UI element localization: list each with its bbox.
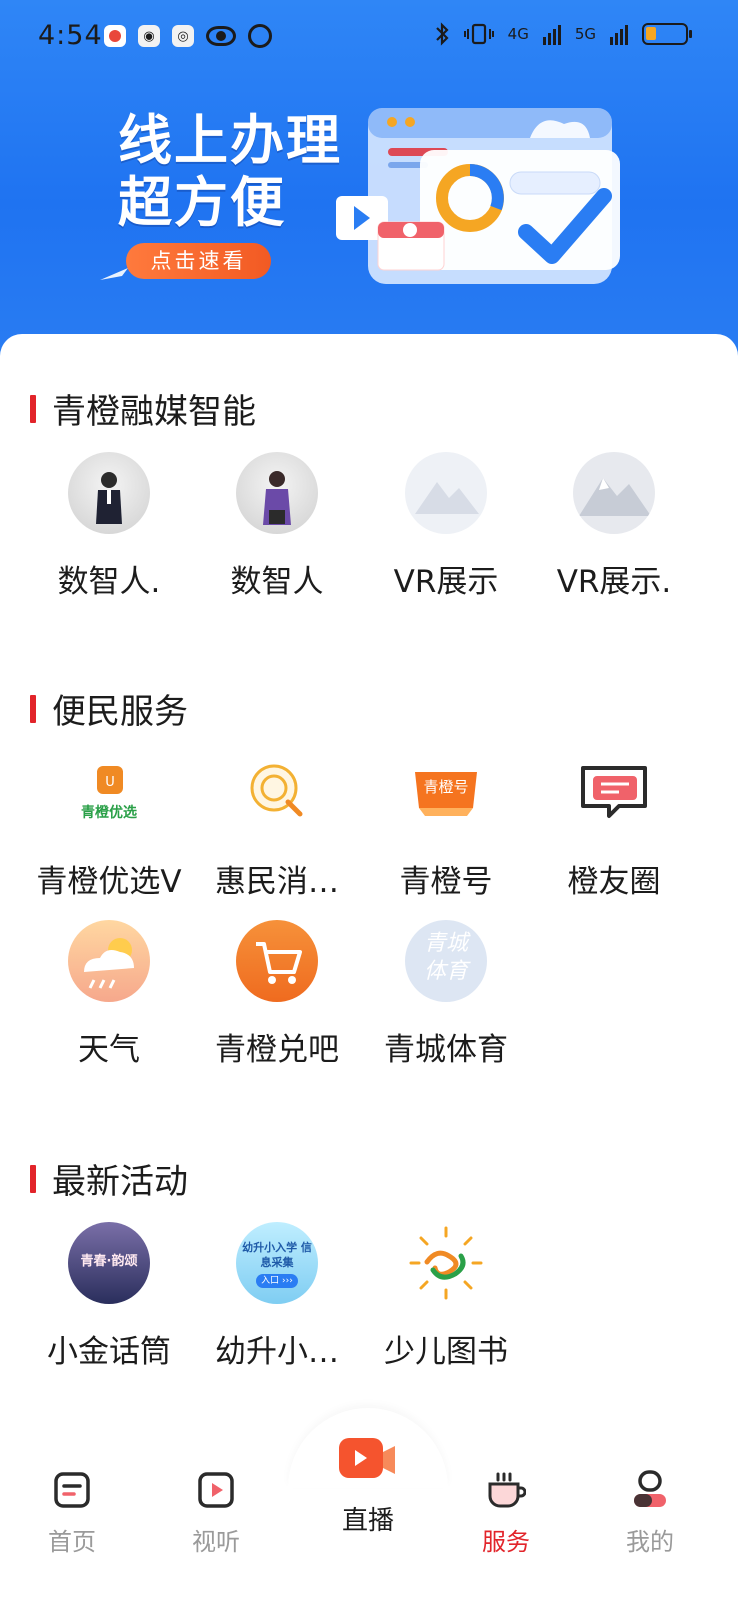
microphone-event-icon: 青春·韵颂 — [68, 1222, 150, 1304]
vr-snow-mountain-icon — [573, 452, 655, 534]
service-item-sports[interactable]: 青城体育 青城体育 — [361, 920, 531, 1069]
smart-item-digital-human-2[interactable]: 数智人 — [192, 452, 362, 601]
status-bar: 4:54 ◉ ◎ 4G 5G — [0, 0, 738, 72]
service-cup-icon — [486, 1470, 527, 1510]
digital-human-female-icon — [236, 452, 318, 534]
video-play-icon — [196, 1470, 236, 1510]
online-service-illustration-icon — [336, 108, 620, 284]
app-notification-icon: ◉ — [138, 25, 160, 47]
alarm-icon — [248, 24, 272, 48]
banner-headline-line1: 线上办理 — [118, 109, 342, 172]
banner-headline-line2: 超方便 — [118, 171, 286, 234]
smart-item-label: 数智人 — [230, 564, 324, 600]
vibrate-icon — [463, 23, 494, 45]
banner-cta-button[interactable]: 点击速看 — [126, 243, 271, 279]
smart-item-label: 数智人. — [57, 564, 161, 600]
live-camera-icon — [337, 1434, 399, 1486]
section-title-text: 青橙融媒智能 — [52, 392, 256, 432]
activity-item-kids-books[interactable]: 少儿图书 — [361, 1222, 531, 1371]
service-item-label: 橙友圈 — [567, 864, 661, 900]
section-accent-bar — [30, 694, 36, 723]
tab-service[interactable]: 服务 — [446, 1470, 566, 1557]
service-item-label: 青城体育 — [384, 1032, 508, 1068]
activity-item-microphone[interactable]: 青春·韵颂 小金话筒 — [24, 1222, 194, 1371]
service-item-consumer[interactable]: 惠民消… — [192, 752, 362, 901]
school-enroll-badge: 入口 ››› — [256, 1274, 298, 1288]
camera-notification-icon: ◎ — [172, 25, 194, 47]
banner-headline: 线上办理 超方便 — [118, 110, 342, 234]
smart-item-vr-1[interactable]: VR展示 — [361, 452, 531, 601]
profile-icon — [630, 1470, 670, 1510]
service-item-duiba[interactable]: 青橙兑吧 — [192, 920, 362, 1069]
bluetooth-icon — [435, 22, 449, 46]
kids-book-sun-icon — [405, 1222, 487, 1304]
tab-label: 我的 — [626, 1528, 674, 1556]
tab-video[interactable]: 视听 — [156, 1470, 276, 1557]
eye-icon — [206, 26, 236, 46]
battery-icon — [642, 23, 692, 45]
top-banner[interactable]: 4:54 ◉ ◎ 4G 5G 线上办理 超方便 点击速看 — [0, 0, 738, 370]
qingcheng-hao-logo-text: 青橙号 — [423, 778, 469, 796]
tab-live[interactable]: 直播 — [308, 1434, 428, 1537]
vr-mountain-icon — [405, 452, 487, 534]
service-item-label: 惠民消… — [215, 864, 339, 900]
tab-home[interactable]: 首页 — [12, 1470, 132, 1557]
chat-bubble-icon — [573, 752, 655, 834]
section-accent-bar — [30, 1164, 36, 1193]
section-title-text: 便民服务 — [52, 692, 188, 732]
network-4g-label: 4G — [507, 25, 529, 43]
signal-icon — [542, 23, 561, 45]
service-item-label: 青橙优选V — [36, 864, 182, 900]
svg-text:U: U — [105, 775, 115, 790]
section-title-activities: 最新活动 — [30, 1154, 188, 1203]
app-notification-icon — [104, 25, 126, 47]
tab-label: 直播 — [341, 1506, 394, 1536]
smart-item-label: VR展示 — [393, 564, 499, 600]
smart-item-digital-human-1[interactable]: 数智人. — [24, 452, 194, 601]
service-content: 青橙融媒智能 数智人. 数智人 VR展示 VR展示. 便民服务 U 青橙优选 青… — [0, 334, 738, 1444]
activity-item-label: 少儿图书 — [384, 1334, 508, 1370]
smart-item-vr-2[interactable]: VR展示. — [529, 452, 699, 601]
service-item-label: 天气 — [78, 1032, 140, 1068]
microphone-event-logo-text: 青春·韵颂 — [80, 1254, 138, 1269]
tab-label: 首页 — [48, 1528, 96, 1556]
school-enroll-logo-text: 幼升小入学 信息采集 — [242, 1241, 312, 1269]
service-item-chengyou-circle[interactable]: 橙友圈 — [529, 752, 699, 901]
smart-item-label: VR展示. — [556, 564, 672, 600]
service-item-weather[interactable]: 天气 — [24, 920, 194, 1069]
section-title-text: 最新活动 — [52, 1162, 188, 1202]
school-enroll-icon: 幼升小入学 信息采集 入口 ››› — [236, 1222, 318, 1304]
status-notification-icons: ◉ ◎ — [104, 24, 272, 48]
qingcheng-select-icon: U 青橙优选 — [68, 752, 150, 834]
section-title-smart-media: 青橙融媒智能 — [30, 384, 256, 433]
shopping-cart-icon — [236, 920, 318, 1002]
tab-profile[interactable]: 我的 — [590, 1470, 710, 1557]
digital-human-male-icon — [68, 452, 150, 534]
service-item-qingcheng-select[interactable]: U 青橙优选 青橙优选V — [24, 752, 194, 901]
activity-item-label: 幼升小… — [215, 1334, 339, 1370]
consumer-search-icon — [236, 752, 318, 834]
activity-item-school-enroll[interactable]: 幼升小入学 信息采集 入口 ››› 幼升小… — [192, 1222, 362, 1371]
weather-icon — [68, 920, 150, 1002]
service-item-qingcheng-hao[interactable]: 青橙号 青橙号 — [361, 752, 531, 901]
service-item-label: 青橙兑吧 — [215, 1032, 339, 1068]
section-accent-bar — [30, 394, 36, 423]
qingcheng-hao-icon: 青橙号 — [405, 752, 487, 834]
activity-item-label: 小金话筒 — [47, 1334, 171, 1370]
service-item-label: 青橙号 — [399, 864, 493, 900]
status-system-icons: 4G 5G — [434, 22, 692, 46]
tab-label: 视听 — [192, 1528, 240, 1556]
sports-icon: 青城体育 — [405, 920, 487, 1002]
signal-icon — [610, 23, 628, 45]
tab-label: 服务 — [482, 1528, 530, 1556]
qingcheng-select-logo-text: 青橙优选 — [81, 805, 137, 821]
status-time: 4:54 — [38, 20, 103, 51]
network-5g-label: 5G — [574, 25, 596, 43]
section-title-services: 便民服务 — [30, 684, 188, 733]
home-icon — [52, 1470, 92, 1510]
sports-logo-text: 青城体育 — [423, 931, 468, 984]
